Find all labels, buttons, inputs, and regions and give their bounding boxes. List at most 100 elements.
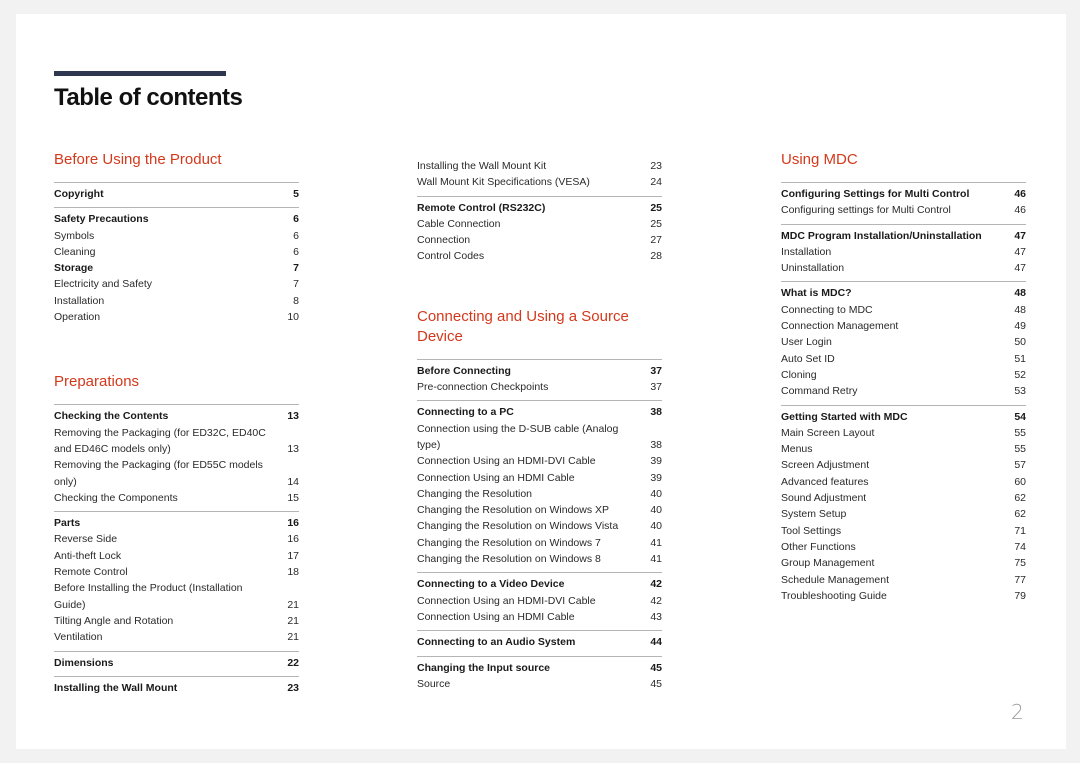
toc-entry[interactable]: Checking the Components 15 xyxy=(54,490,299,506)
toc-entry[interactable]: Changing the Resolution on Windows Vista… xyxy=(417,518,662,534)
toc-entry[interactable]: Removing the Packaging (for ED32C, ED40C… xyxy=(54,425,299,458)
toc-entry[interactable]: Connection Using an HDMI Cable 43 xyxy=(417,609,662,625)
toc-entry-label: Schedule Management xyxy=(781,573,889,586)
toc-entry[interactable]: System Setup 62 xyxy=(781,506,1026,522)
toc-entry[interactable]: Command Retry 53 xyxy=(781,383,1026,399)
toc-heading-entry[interactable]: Getting Started with MDC 54 xyxy=(781,409,1026,425)
toc-entry-page: 23 xyxy=(287,681,299,694)
toc-entry[interactable]: User Login 50 xyxy=(781,334,1026,350)
toc-entry[interactable]: Control Codes 28 xyxy=(417,248,662,264)
toc-entry-label: Cable Connection xyxy=(417,217,501,230)
toc-entry[interactable]: Advanced features 60 xyxy=(781,474,1026,490)
toc-entry[interactable]: Sound Adjustment 62 xyxy=(781,490,1026,506)
section-heading[interactable]: Before Using the Product xyxy=(54,150,299,170)
toc-section: Using MDC Configuring Settings for Multi … xyxy=(781,150,1026,604)
toc-entry-page: 39 xyxy=(650,455,662,468)
toc-heading-entry[interactable]: Installing the Wall Mount 23 xyxy=(54,680,299,696)
toc-group: Parts 16 Reverse Side 16 Anti-theft Lock 17 Re… xyxy=(54,511,299,645)
toc-entry[interactable]: Ventilation 21 xyxy=(54,629,299,645)
toc-entry[interactable]: Changing the Resolution 40 xyxy=(417,486,662,502)
toc-entry[interactable]: Changing the Resolution on Windows 7 41 xyxy=(417,535,662,551)
toc-entry[interactable]: Connecting to MDC 48 xyxy=(781,302,1026,318)
toc-entry[interactable]: Cable Connection 25 xyxy=(417,216,662,232)
toc-entry-label: MDC Program Installation/Uninstallation xyxy=(781,229,982,242)
toc-entry[interactable]: Operation 10 xyxy=(54,309,299,325)
toc-entry[interactable]: Configuring settings for Multi Control 46 xyxy=(781,202,1026,218)
toc-entry-label: Connection Using an HDMI Cable xyxy=(417,471,575,484)
toc-entry[interactable]: Before Installing the Product (Installat… xyxy=(54,580,299,613)
toc-heading-entry[interactable]: Changing the Input source 45 xyxy=(417,660,662,676)
page-number: 2 xyxy=(1011,700,1024,724)
toc-entry[interactable]: Symbols 6 xyxy=(54,228,299,244)
toc-entry[interactable]: Other Functions 74 xyxy=(781,539,1026,555)
toc-entry[interactable]: Schedule Management 77 xyxy=(781,572,1026,588)
toc-heading-entry[interactable]: Configuring Settings for Multi Control 46 xyxy=(781,186,1026,202)
toc-section: Connecting and Using a Source Device Befo… xyxy=(417,307,662,692)
toc-entry[interactable]: Connection using the D-SUB cable (Analog… xyxy=(417,421,662,454)
toc-entry[interactable]: Cloning 52 xyxy=(781,367,1026,383)
toc-entry[interactable]: Connection Management 49 xyxy=(781,318,1026,334)
toc-entry[interactable]: Connection 27 xyxy=(417,232,662,248)
toc-group: Remote Control (RS232C) 25 Cable Connectio… xyxy=(417,195,662,265)
toc-entry-page: 62 xyxy=(1014,492,1026,505)
toc-entry[interactable]: Menus 55 xyxy=(781,441,1026,457)
title-accent-bar xyxy=(54,71,226,76)
toc-entry[interactable]: Troubleshooting Guide 79 xyxy=(781,588,1026,604)
toc-entry[interactable]: Removing the Packaging (for ED55C models… xyxy=(54,457,299,490)
section-heading[interactable]: Connecting and Using a Source Device xyxy=(417,307,642,347)
toc-entry[interactable]: Wall Mount Kit Specifications (VESA) 24 xyxy=(417,174,662,190)
toc-entry[interactable]: Pre-connection Checkpoints 37 xyxy=(417,379,662,395)
toc-group: Checking the Contents 13 Removing the Pack… xyxy=(54,404,299,506)
toc-entry-page: 28 xyxy=(650,250,662,263)
toc-entry[interactable]: Installing the Wall Mount Kit 23 xyxy=(417,158,662,174)
toc-entry-page: 49 xyxy=(1014,320,1026,333)
toc-entry[interactable]: Tilting Angle and Rotation 21 xyxy=(54,613,299,629)
toc-heading-entry[interactable]: MDC Program Installation/Uninstallation 4… xyxy=(781,228,1026,244)
toc-entry[interactable]: Main Screen Layout 55 xyxy=(781,425,1026,441)
toc-entry-page: 21 xyxy=(287,598,299,611)
toc-entry[interactable]: Source 45 xyxy=(417,676,662,692)
toc-entry-page: 38 xyxy=(650,406,662,419)
toc-entry[interactable]: Connection Using an HDMI-DVI Cable 39 xyxy=(417,453,662,469)
toc-heading-entry[interactable]: Storage 7 xyxy=(54,260,299,276)
toc-entry-page: 71 xyxy=(1014,524,1026,537)
toc-heading-entry[interactable]: Dimensions 22 xyxy=(54,655,299,671)
section-heading[interactable]: Using MDC xyxy=(781,150,1026,170)
toc-entry[interactable]: Screen Adjustment 57 xyxy=(781,457,1026,473)
toc-entry[interactable]: Connection Using an HDMI Cable 39 xyxy=(417,470,662,486)
toc-heading-entry[interactable]: Parts 16 xyxy=(54,515,299,531)
toc-entry[interactable]: Group Management 75 xyxy=(781,555,1026,571)
toc-heading-entry[interactable]: Safety Precautions 6 xyxy=(54,211,299,227)
toc-entry[interactable]: Installation 47 xyxy=(781,244,1026,260)
toc-heading-entry[interactable]: What is MDC? 48 xyxy=(781,285,1026,301)
toc-entry[interactable]: Remote Control 18 xyxy=(54,564,299,580)
toc-heading-entry[interactable]: Connecting to a PC 38 xyxy=(417,404,662,420)
toc-entry-label: Remote Control xyxy=(54,566,128,579)
toc-entry[interactable]: Connection Using an HDMI-DVI Cable 42 xyxy=(417,593,662,609)
toc-heading-entry[interactable]: Copyright 5 xyxy=(54,186,299,202)
toc-entry-label: Connection Using an HDMI Cable xyxy=(417,610,575,623)
toc-heading-entry[interactable]: Before Connecting 37 xyxy=(417,363,662,379)
toc-entry[interactable]: Electricity and Safety 7 xyxy=(54,276,299,292)
toc-entry-label: Connection Management xyxy=(781,320,899,333)
toc-entry-label: Connection xyxy=(417,234,471,247)
toc-entry-page: 39 xyxy=(650,471,662,484)
toc-entry-label: Changing the Resolution on Windows Vista xyxy=(417,520,619,533)
toc-group: Connecting to a Video Device 42 Connection… xyxy=(417,572,662,625)
section-heading[interactable]: Preparations xyxy=(54,372,299,392)
toc-entry[interactable]: Changing the Resolution on Windows 8 41 xyxy=(417,551,662,567)
toc-heading-entry[interactable]: Connecting to a Video Device 42 xyxy=(417,576,662,592)
toc-heading-entry[interactable]: Remote Control (RS232C) 25 xyxy=(417,200,662,216)
toc-entry-label: Anti-theft Lock xyxy=(54,549,122,562)
toc-heading-entry[interactable]: Connecting to an Audio System 44 xyxy=(417,634,662,650)
toc-entry[interactable]: Tool Settings 71 xyxy=(781,523,1026,539)
toc-entry[interactable]: Uninstallation 47 xyxy=(781,260,1026,276)
toc-entry-page: 7 xyxy=(293,262,299,275)
toc-entry[interactable]: Auto Set ID 51 xyxy=(781,351,1026,367)
toc-entry[interactable]: Reverse Side 16 xyxy=(54,531,299,547)
toc-entry[interactable]: Changing the Resolution on Windows XP 40 xyxy=(417,502,662,518)
toc-entry[interactable]: Cleaning 6 xyxy=(54,244,299,260)
toc-entry[interactable]: Installation 8 xyxy=(54,293,299,309)
toc-heading-entry[interactable]: Checking the Contents 13 xyxy=(54,408,299,424)
toc-entry[interactable]: Anti-theft Lock 17 xyxy=(54,548,299,564)
